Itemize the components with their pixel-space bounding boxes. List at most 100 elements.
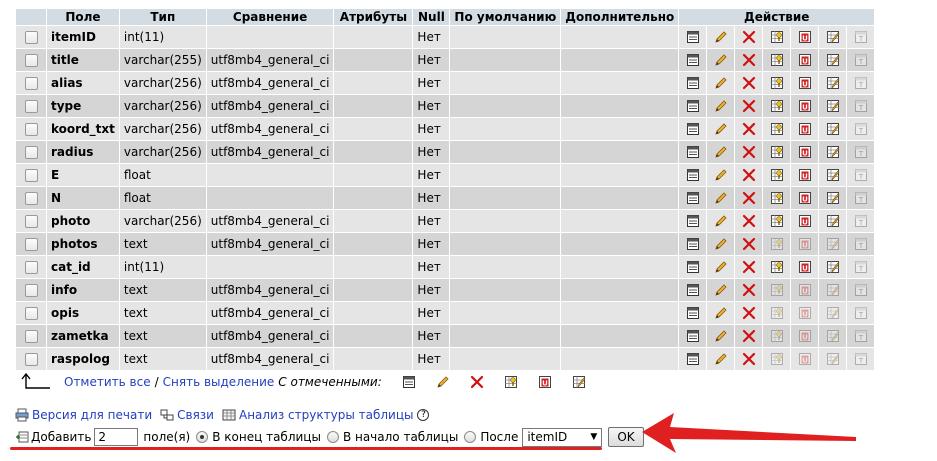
field-count-input[interactable] (94, 428, 139, 446)
fulltext-icon[interactable]: T (854, 30, 868, 44)
index-icon[interactable] (826, 191, 840, 205)
after-field-select[interactable]: itemID ▼ (522, 427, 603, 447)
drop-x-icon[interactable] (742, 237, 756, 251)
drop-selected-icon[interactable] (470, 375, 484, 389)
primary-key-icon[interactable] (770, 53, 784, 67)
browse-icon[interactable] (686, 237, 700, 251)
fulltext-icon[interactable]: T (854, 122, 868, 136)
index-icon[interactable] (826, 214, 840, 228)
unique-selected-icon[interactable]: U (538, 375, 552, 389)
browse-icon[interactable] (686, 168, 700, 182)
drop-x-icon[interactable] (742, 283, 756, 297)
fulltext-icon[interactable]: T (854, 53, 868, 67)
drop-x-icon[interactable] (742, 329, 756, 343)
index-icon[interactable] (826, 30, 840, 44)
radio-at-begin[interactable] (326, 431, 339, 443)
unique-icon[interactable]: U (798, 99, 812, 113)
row-checkbox-box[interactable] (24, 100, 38, 113)
row-checkbox[interactable] (16, 325, 46, 347)
unique-icon[interactable]: U (798, 352, 812, 366)
primary-key-icon[interactable] (770, 30, 784, 44)
index-icon[interactable] (826, 145, 840, 159)
pencil-icon[interactable] (714, 352, 728, 366)
unique-icon[interactable]: U (798, 329, 812, 343)
drop-x-icon[interactable] (742, 214, 756, 228)
header-extra[interactable]: Дополнительно (561, 9, 679, 25)
drop-x-icon[interactable] (742, 352, 756, 366)
unique-icon[interactable]: U (798, 30, 812, 44)
pencil-icon[interactable] (714, 76, 728, 90)
row-checkbox-box[interactable] (24, 307, 38, 320)
header-type[interactable]: Тип (119, 9, 206, 25)
browse-icon[interactable] (686, 306, 700, 320)
unique-icon[interactable]: U (798, 306, 812, 320)
fulltext-icon[interactable]: T (854, 99, 868, 113)
row-checkbox[interactable] (16, 210, 46, 232)
header-default[interactable]: По умолчанию (450, 9, 561, 25)
primary-key-icon[interactable] (770, 283, 784, 297)
browse-icon[interactable] (686, 260, 700, 274)
analyze-icon[interactable] (222, 408, 236, 422)
row-checkbox[interactable] (16, 233, 46, 255)
row-checkbox-box[interactable] (24, 238, 38, 251)
index-icon[interactable] (826, 76, 840, 90)
pencil-icon[interactable] (714, 237, 728, 251)
row-checkbox-box[interactable] (24, 123, 38, 136)
fulltext-icon[interactable]: T (854, 306, 868, 320)
printer-icon[interactable] (15, 408, 29, 422)
unique-icon[interactable]: U (798, 214, 812, 228)
index-icon[interactable] (826, 99, 840, 113)
primary-key-icon[interactable] (770, 99, 784, 113)
drop-x-icon[interactable] (742, 306, 756, 320)
primary-key-icon[interactable] (770, 306, 784, 320)
index-selected-icon[interactable] (572, 375, 586, 389)
pencil-icon[interactable] (714, 306, 728, 320)
primary-key-icon[interactable] (770, 76, 784, 90)
row-checkbox[interactable] (16, 118, 46, 140)
browse-icon[interactable] (686, 76, 700, 90)
row-checkbox[interactable] (16, 348, 46, 370)
header-field[interactable]: Поле (47, 9, 119, 25)
help-icon[interactable]: ? (417, 409, 430, 421)
row-checkbox[interactable] (16, 141, 46, 163)
row-checkbox-box[interactable] (24, 261, 38, 274)
unique-icon[interactable]: U (798, 237, 812, 251)
edit-selected-icon[interactable] (436, 375, 450, 389)
row-checkbox-box[interactable] (24, 169, 38, 182)
primary-key-icon[interactable] (770, 214, 784, 228)
pencil-icon[interactable] (714, 145, 728, 159)
browse-icon[interactable] (686, 99, 700, 113)
row-checkbox[interactable] (16, 72, 46, 94)
fulltext-icon[interactable]: T (854, 352, 868, 366)
unique-icon[interactable]: U (798, 191, 812, 205)
primary-selected-icon[interactable] (504, 375, 518, 389)
unique-icon[interactable]: U (798, 260, 812, 274)
browse-icon[interactable] (686, 329, 700, 343)
row-checkbox-box[interactable] (24, 31, 38, 44)
pencil-icon[interactable] (714, 329, 728, 343)
relations-icon[interactable] (160, 408, 174, 422)
drop-x-icon[interactable] (742, 30, 756, 44)
browse-icon[interactable] (686, 283, 700, 297)
pencil-icon[interactable] (714, 214, 728, 228)
fulltext-icon[interactable]: T (854, 191, 868, 205)
pencil-icon[interactable] (714, 168, 728, 182)
primary-key-icon[interactable] (770, 260, 784, 274)
primary-key-icon[interactable] (770, 168, 784, 182)
drop-x-icon[interactable] (742, 53, 756, 67)
index-icon[interactable] (826, 306, 840, 320)
fulltext-icon[interactable]: T (854, 260, 868, 274)
index-icon[interactable] (826, 260, 840, 274)
index-icon[interactable] (826, 237, 840, 251)
row-checkbox-box[interactable] (24, 330, 38, 343)
primary-key-icon[interactable] (770, 329, 784, 343)
primary-key-icon[interactable] (770, 237, 784, 251)
browse-icon[interactable] (686, 145, 700, 159)
row-checkbox[interactable] (16, 164, 46, 186)
radio-at-end-label[interactable]: В конец таблицы (212, 430, 321, 444)
index-icon[interactable] (826, 352, 840, 366)
row-checkbox[interactable] (16, 95, 46, 117)
browse-icon[interactable] (686, 191, 700, 205)
unique-icon[interactable]: U (798, 145, 812, 159)
index-icon[interactable] (826, 283, 840, 297)
